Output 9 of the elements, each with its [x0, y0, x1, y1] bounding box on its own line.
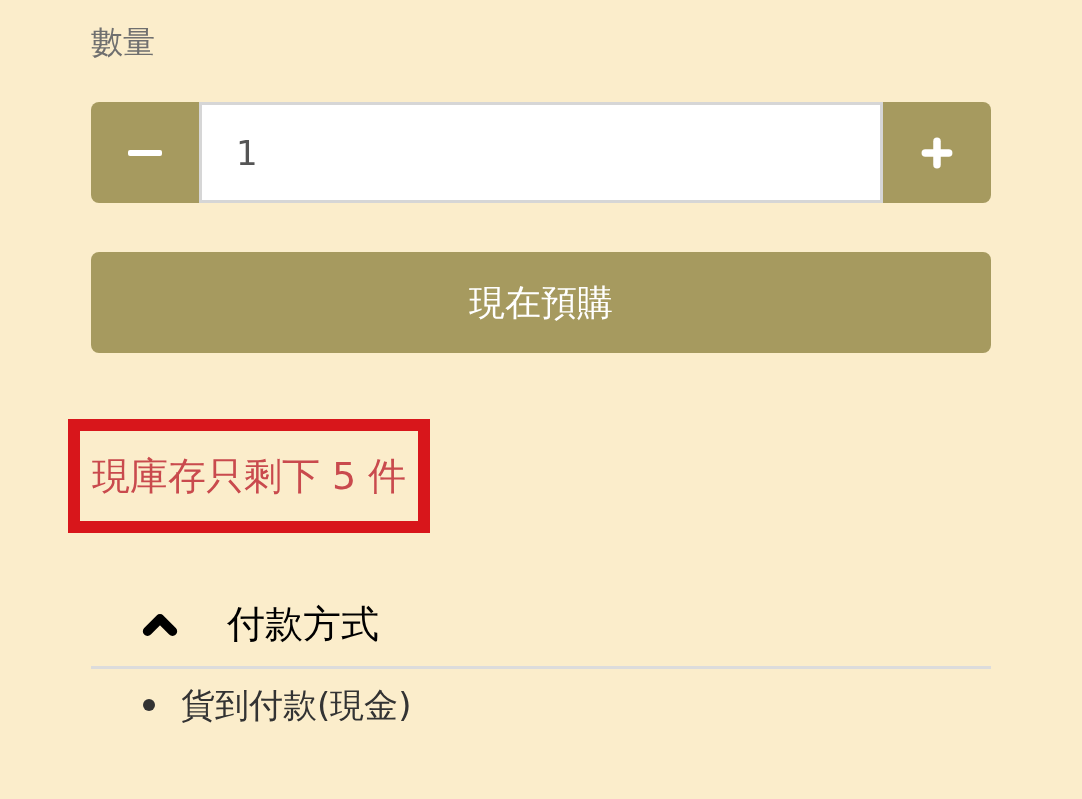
quantity-label: 數量: [91, 22, 155, 63]
stock-notice: 現庫存只剩下 5 件: [68, 419, 431, 533]
payment-accordion-header[interactable]: 付款方式: [91, 589, 991, 669]
decrease-button[interactable]: [91, 102, 199, 203]
payment-option: 貨到付款(現金): [181, 683, 412, 727]
increase-button[interactable]: [883, 102, 991, 203]
bullet-icon: [143, 699, 155, 711]
quantity-field[interactable]: 1: [199, 102, 883, 203]
minus-icon: [128, 149, 162, 156]
